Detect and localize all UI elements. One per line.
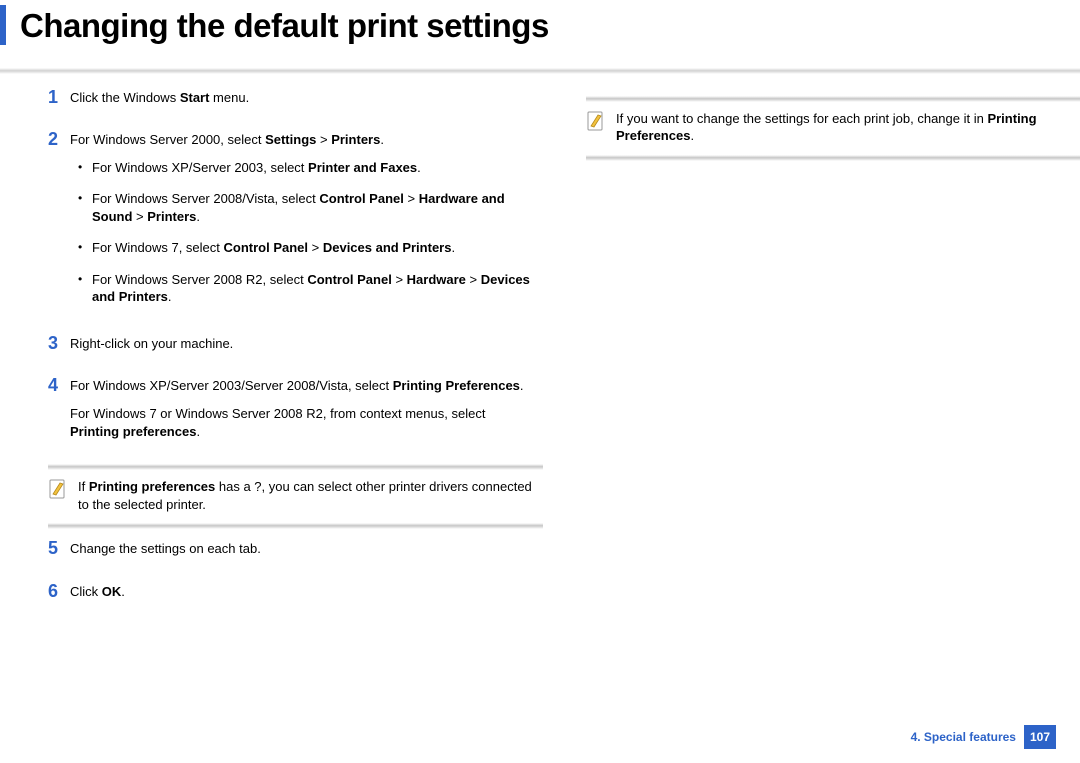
note-icon: [586, 110, 606, 134]
note2-divider-bottom: [586, 155, 1080, 161]
step-paragraph: Click the Windows Start menu.: [70, 89, 538, 107]
note-text-1: If Printing preferences has a ?, you can…: [78, 478, 532, 513]
step-paragraph: Right-click on your machine.: [70, 335, 538, 353]
footer-page-number: 107: [1024, 725, 1056, 749]
steps-list-bottom: 5Change the settings on each tab. 6Click …: [48, 539, 538, 610]
step: 3Right-click on your machine.: [48, 334, 538, 363]
right-column: If you want to change the settings for e…: [586, 88, 1076, 625]
page-footer: 4. Special features 107: [911, 725, 1056, 749]
step-body: Change the settings on each tab.: [70, 539, 538, 568]
sub-bullet: For Windows XP/Server 2003, select Print…: [70, 159, 538, 177]
step: 4For Windows XP/Server 2003/Server 2008/…: [48, 376, 538, 450]
step: 5Change the settings on each tab.: [48, 539, 538, 568]
note-box-2: If you want to change the settings for e…: [586, 108, 1076, 147]
step-body: Click OK.: [70, 582, 538, 611]
step-number: 2: [48, 130, 70, 320]
step-number: 5: [48, 539, 70, 568]
step-number: 3: [48, 334, 70, 363]
step-number: 4: [48, 376, 70, 450]
page-title: Changing the default print settings: [20, 4, 1080, 49]
page-header: Changing the default print settings: [0, 0, 1080, 62]
left-column: 1Click the Windows Start menu.2For Windo…: [48, 88, 538, 625]
step: 6Click OK.: [48, 582, 538, 611]
content-columns: 1Click the Windows Start menu.2For Windo…: [0, 74, 1080, 625]
step-number: 1: [48, 88, 70, 117]
step-paragraph: For Windows Server 2000, select Settings…: [70, 131, 538, 149]
footer-section-label: 4. Special features: [911, 729, 1016, 745]
step-body: For Windows Server 2000, select Settings…: [70, 130, 538, 320]
step-paragraph: Change the settings on each tab.: [70, 540, 538, 558]
step-body: Right-click on your machine.: [70, 334, 538, 363]
note-box-1: If Printing preferences has a ?, you can…: [48, 476, 538, 515]
header-accent: [0, 5, 6, 45]
sub-bullet: For Windows Server 2008/Vista, select Co…: [70, 190, 538, 225]
note-divider-bottom: [48, 523, 543, 529]
note-divider-top: [48, 464, 543, 470]
step-body: Click the Windows Start menu.: [70, 88, 538, 117]
note2-divider-top: [586, 96, 1080, 102]
step-number: 6: [48, 582, 70, 611]
steps-list-top: 1Click the Windows Start menu.2For Windo…: [48, 88, 538, 451]
sub-bullet: For Windows 7, select Control Panel > De…: [70, 239, 538, 257]
step: 1Click the Windows Start menu.: [48, 88, 538, 117]
step-body: For Windows XP/Server 2003/Server 2008/V…: [70, 376, 538, 450]
sub-bullet: For Windows Server 2008 R2, select Contr…: [70, 271, 538, 306]
step-paragraph: For Windows 7 or Windows Server 2008 R2,…: [70, 405, 538, 440]
step-paragraph: Click OK.: [70, 583, 538, 601]
step-paragraph: For Windows XP/Server 2003/Server 2008/V…: [70, 377, 538, 395]
note-icon: [48, 478, 68, 502]
step: 2For Windows Server 2000, select Setting…: [48, 130, 538, 320]
note-text-2: If you want to change the settings for e…: [616, 110, 1070, 145]
sub-bullets: For Windows XP/Server 2003, select Print…: [70, 159, 538, 306]
